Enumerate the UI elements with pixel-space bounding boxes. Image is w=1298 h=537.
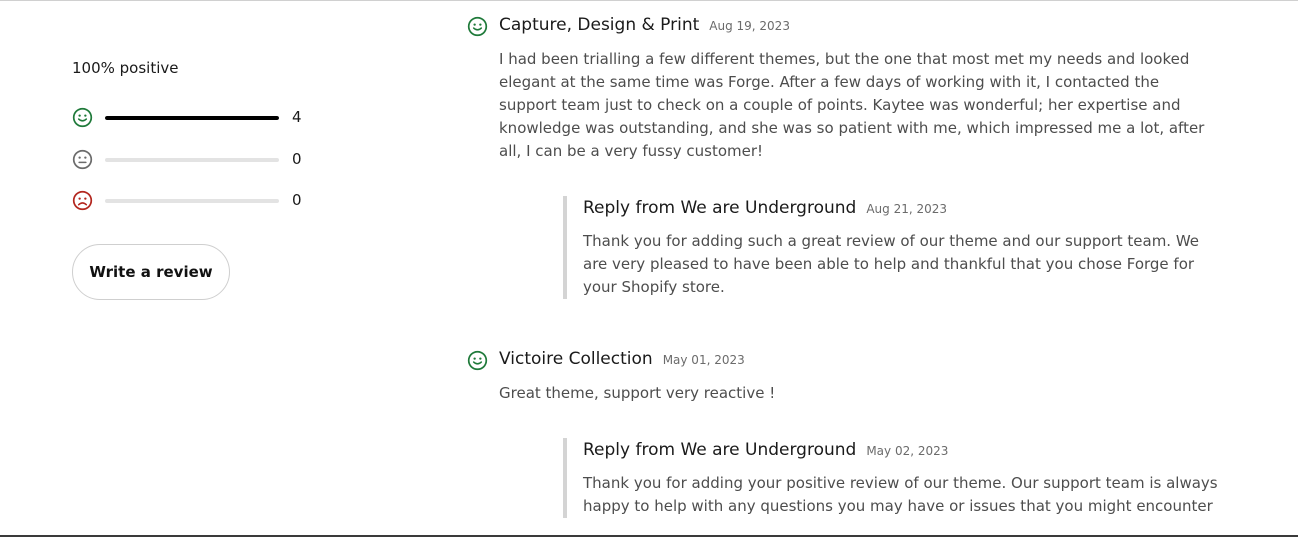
review-item: Victoire Collection May 01, 2023 Great th… [467, 349, 1227, 518]
reviewer-name: Capture, Design & Print [499, 15, 700, 35]
smile-icon [467, 350, 488, 371]
smile-icon [72, 107, 93, 128]
review-text: Great theme, support very reactive ! [499, 384, 776, 402]
neutral-face-icon [72, 149, 93, 170]
reply-title: Reply from We are Underground [583, 440, 857, 460]
smile-icon [467, 16, 488, 37]
rating-count-neutral: 0 [292, 150, 302, 168]
rating-row-negative[interactable]: 0 [72, 190, 312, 212]
reply-header: Reply from We are Underground Aug 21, 202… [583, 196, 1223, 221]
summary-title: 100% positive [72, 59, 179, 77]
review-header: Capture, Design & Print Aug 19, 2023 [467, 15, 1227, 39]
reply-text: Thank you for adding such a great review… [583, 232, 1200, 296]
reply-text: Thank you for adding your positive revie… [583, 474, 1218, 515]
reply-date: May 02, 2023 [866, 444, 949, 458]
review-text: I had been trialling a few different the… [499, 50, 1205, 160]
reviewer-name: Victoire Collection [499, 349, 653, 369]
rating-count-positive: 4 [292, 108, 302, 126]
rating-row-positive[interactable]: 4 [72, 107, 312, 129]
rating-count-negative: 0 [292, 191, 302, 209]
reply-header: Reply from We are Underground May 02, 202… [583, 438, 1223, 463]
reply-date: Aug 21, 2023 [866, 202, 948, 216]
reply-title: Reply from We are Underground [583, 198, 857, 218]
rating-row-neutral[interactable]: 0 [72, 149, 312, 171]
rating-bar-positive [105, 116, 279, 120]
reviews-page: 100% positive 4 0 0 Write a review Captu… [0, 0, 1298, 537]
review-item: Capture, Design & Print Aug 19, 2023 I ha… [467, 15, 1227, 299]
frown-icon [72, 190, 93, 211]
rating-bar-fill [105, 116, 279, 120]
merchant-reply: Reply from We are Underground May 02, 202… [563, 438, 1223, 518]
review-header: Victoire Collection May 01, 2023 [467, 349, 1227, 373]
write-review-button[interactable]: Write a review [72, 244, 230, 300]
reviewer-line: Capture, Design & Print Aug 19, 2023 [499, 15, 790, 35]
review-date: May 01, 2023 [662, 353, 745, 367]
rating-bar-neutral [105, 158, 279, 162]
reviewer-line: Victoire Collection May 01, 2023 [499, 349, 745, 369]
rating-bar-negative [105, 199, 279, 203]
review-date: Aug 19, 2023 [709, 19, 790, 33]
merchant-reply: Reply from We are Underground Aug 21, 202… [563, 196, 1223, 299]
